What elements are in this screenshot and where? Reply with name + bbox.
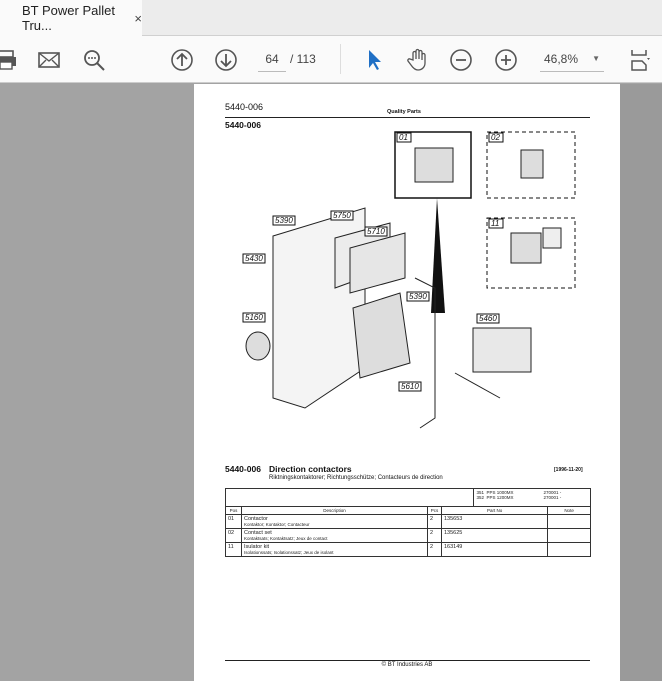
chevron-down-icon: ▼ — [592, 54, 600, 63]
footer-rule — [225, 660, 590, 661]
email-icon[interactable] — [37, 48, 61, 72]
title: Direction contactors — [269, 464, 352, 474]
table-row: 11 Isulator kit Isolationssats; Isolations… — [225, 542, 591, 557]
svg-text:5390: 5390 — [409, 292, 427, 301]
svg-text:02: 02 — [491, 133, 500, 142]
page-number-input[interactable]: 64 — [258, 48, 286, 72]
svg-text:5390: 5390 — [275, 216, 293, 225]
hand-tool-icon[interactable] — [405, 48, 429, 72]
header-code: 5440-006 — [225, 102, 264, 112]
select-cursor-icon[interactable] — [362, 48, 386, 72]
footer: © BT Industries AB — [381, 662, 433, 668]
next-page-icon[interactable] — [214, 48, 238, 72]
toolbar: 64 / 113 46,8% ▼ — [0, 36, 662, 83]
parts-diagram: 01 02 11 5390 5750 5710 5430 5390 5160 5… — [242, 131, 576, 429]
svg-text:5460: 5460 — [479, 314, 497, 323]
search-icon[interactable] — [82, 48, 106, 72]
svg-text:5750: 5750 — [333, 211, 351, 220]
header-center: Quality Parts — [387, 109, 421, 115]
previous-page-icon[interactable] — [170, 48, 194, 72]
table-row: 02 Contact set Kontaktsats; Kontaktsatz; J… — [225, 528, 591, 543]
svg-text:5610: 5610 — [401, 382, 419, 391]
zoom-in-icon[interactable] — [494, 48, 518, 72]
svg-text:5430: 5430 — [245, 254, 263, 263]
svg-text:11: 11 — [491, 219, 499, 228]
svg-text:5160: 5160 — [245, 313, 263, 322]
document-tab[interactable]: BT Power Pallet Tru... × — [0, 0, 142, 36]
subtitle: Riktningskontaktorer; Richtungsschütze; … — [269, 475, 443, 481]
date: [1996-11-20] — [554, 467, 583, 473]
svg-text:01: 01 — [399, 133, 408, 142]
zoom-out-icon[interactable] — [449, 48, 473, 72]
print-icon[interactable] — [0, 48, 18, 72]
scroll-area[interactable] — [620, 84, 662, 681]
svg-text:5710: 5710 — [367, 227, 385, 236]
pdf-page: 5440-006 Quality Parts 5440-006 01 02 11… — [194, 84, 620, 681]
header-rule — [225, 117, 590, 118]
parts-table: 351 PPS 1000MX 270001 - 352 PPS 1200MX 270… — [224, 488, 591, 557]
tab-bar: BT Power Pallet Tru... × — [0, 0, 662, 36]
zoom-level-value: 46,8% — [544, 52, 579, 66]
table-row: 01 Contactor Kontaktor; Kontaktor; Contact… — [225, 514, 591, 529]
close-tab-icon[interactable]: × — [134, 11, 142, 26]
page-total: / 113 — [290, 52, 316, 66]
fit-page-icon[interactable] — [628, 48, 652, 72]
toolbar-divider — [340, 44, 341, 74]
zoom-level-select[interactable]: 46,8% ▼ — [540, 48, 604, 72]
tab-title: BT Power Pallet Tru... — [22, 3, 115, 33]
model-row: 352 PPS 1200MX 270001 - — [476, 495, 562, 500]
title-code: 5440-006 — [225, 464, 261, 474]
